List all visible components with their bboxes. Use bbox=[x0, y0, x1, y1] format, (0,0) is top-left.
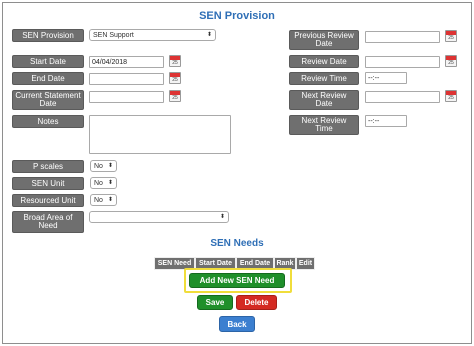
review-time-input[interactable]: --:-- bbox=[365, 72, 407, 84]
calendar-icon[interactable]: 25 bbox=[445, 30, 457, 42]
sen-provision-value: SEN Support bbox=[93, 31, 134, 39]
current-statement-date-input[interactable] bbox=[89, 91, 164, 103]
calendar-icon[interactable]: 25 bbox=[169, 55, 181, 67]
page-title: SEN Provision bbox=[199, 10, 275, 22]
calendar-icon[interactable]: 25 bbox=[169, 90, 181, 102]
resourced-unit-select[interactable]: No ⬍ bbox=[90, 194, 117, 206]
next-review-date-label: Next Review Date bbox=[289, 90, 359, 110]
sen-unit-value: No bbox=[94, 179, 103, 187]
current-statement-date-label: Current Statement Date bbox=[12, 90, 84, 110]
chevron-updown-icon: ⬍ bbox=[206, 32, 212, 38]
add-new-sen-need-button[interactable]: Add New SEN Need bbox=[189, 273, 285, 288]
back-button[interactable]: Back bbox=[219, 316, 255, 332]
calendar-icon[interactable]: 25 bbox=[169, 72, 181, 84]
notes-label: Notes bbox=[12, 115, 84, 128]
broad-area-of-need-label: Broad Area of Need bbox=[12, 211, 84, 233]
next-review-date-input[interactable] bbox=[365, 91, 440, 103]
start-date-label: Start Date bbox=[12, 55, 84, 68]
sen-unit-label: SEN Unit bbox=[12, 177, 84, 190]
column-header: Edit bbox=[296, 257, 315, 270]
next-review-time-label: Next Review Time bbox=[289, 115, 359, 135]
sen-provision-label: SEN Provision bbox=[12, 29, 84, 42]
review-time-label: Review Time bbox=[289, 72, 359, 85]
next-review-time-input[interactable]: --:-- bbox=[365, 115, 407, 127]
start-date-input[interactable]: 04/04/2018 bbox=[89, 56, 164, 68]
p-scales-value: No bbox=[94, 162, 103, 170]
chevron-updown-icon: ⬍ bbox=[219, 214, 225, 220]
calendar-icon[interactable]: 25 bbox=[445, 55, 457, 67]
sen-unit-select[interactable]: No ⬍ bbox=[90, 177, 117, 189]
chevron-updown-icon: ⬍ bbox=[107, 197, 113, 203]
review-date-label: Review Date bbox=[289, 55, 359, 68]
notes-textarea[interactable] bbox=[89, 115, 231, 154]
calendar-icon[interactable]: 25 bbox=[445, 90, 457, 102]
save-button[interactable]: Save bbox=[197, 295, 233, 310]
p-scales-select[interactable]: No ⬍ bbox=[90, 160, 117, 172]
previous-review-date-label: Previous Review Date bbox=[289, 30, 359, 50]
resourced-unit-value: No bbox=[94, 196, 103, 204]
sen-provision-select[interactable]: SEN Support ⬍ bbox=[89, 29, 216, 41]
chevron-updown-icon: ⬍ bbox=[107, 163, 113, 169]
end-date-label: End Date bbox=[12, 72, 84, 85]
delete-button[interactable]: Delete bbox=[236, 295, 277, 310]
resourced-unit-label: Resourced Unit bbox=[12, 194, 84, 207]
p-scales-label: P scales bbox=[12, 160, 84, 173]
previous-review-date-input[interactable] bbox=[365, 31, 440, 43]
chevron-updown-icon: ⬍ bbox=[107, 180, 113, 186]
end-date-input[interactable] bbox=[89, 73, 164, 85]
review-date-input[interactable] bbox=[365, 56, 440, 68]
broad-area-of-need-select[interactable]: ⬍ bbox=[89, 211, 229, 223]
sen-needs-title: SEN Needs bbox=[210, 238, 264, 249]
